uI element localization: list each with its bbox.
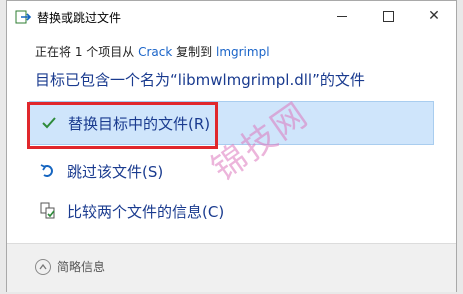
close-button[interactable]: ✕ (411, 1, 457, 31)
fewer-details-label: 简略信息 (57, 260, 106, 274)
minimize-icon (337, 15, 347, 17)
annotation-highlight-box (27, 102, 218, 149)
title-bar: 替换或跳过文件 ✕ (7, 1, 456, 33)
status-prefix: 正在将 1 个项目从 (35, 45, 135, 59)
source-folder-link[interactable]: Crack (138, 45, 172, 59)
dialog-footer: 简略信息 (7, 243, 456, 292)
window-title: 替换或跳过文件 (37, 11, 122, 25)
minimize-button[interactable] (319, 1, 365, 31)
status-middle: 复制到 (176, 45, 213, 59)
maximize-icon (382, 10, 394, 22)
close-icon: ✕ (428, 8, 440, 24)
file-transfer-icon (15, 10, 32, 24)
chevron-up-icon (35, 258, 51, 275)
fewer-details-button[interactable]: 简略信息 (35, 258, 105, 275)
compare-files-option[interactable]: 比较两个文件的信息(C) (29, 189, 434, 233)
skip-file-label: 跳过该文件(S) (67, 162, 164, 181)
conflict-heading: 目标已包含一个名为“libmwlmgrimpl.dll”的文件 (35, 71, 365, 89)
compare-files-label: 比较两个文件的信息(C) (67, 202, 225, 221)
skip-icon (39, 162, 57, 180)
destination-folder-link[interactable]: lmgrimpl (216, 45, 270, 59)
compare-icon (39, 202, 57, 220)
maximize-button[interactable] (365, 1, 411, 31)
copy-status-text: 正在将 1 个项目从 Crack 复制到 lmgrimpl (35, 43, 270, 60)
